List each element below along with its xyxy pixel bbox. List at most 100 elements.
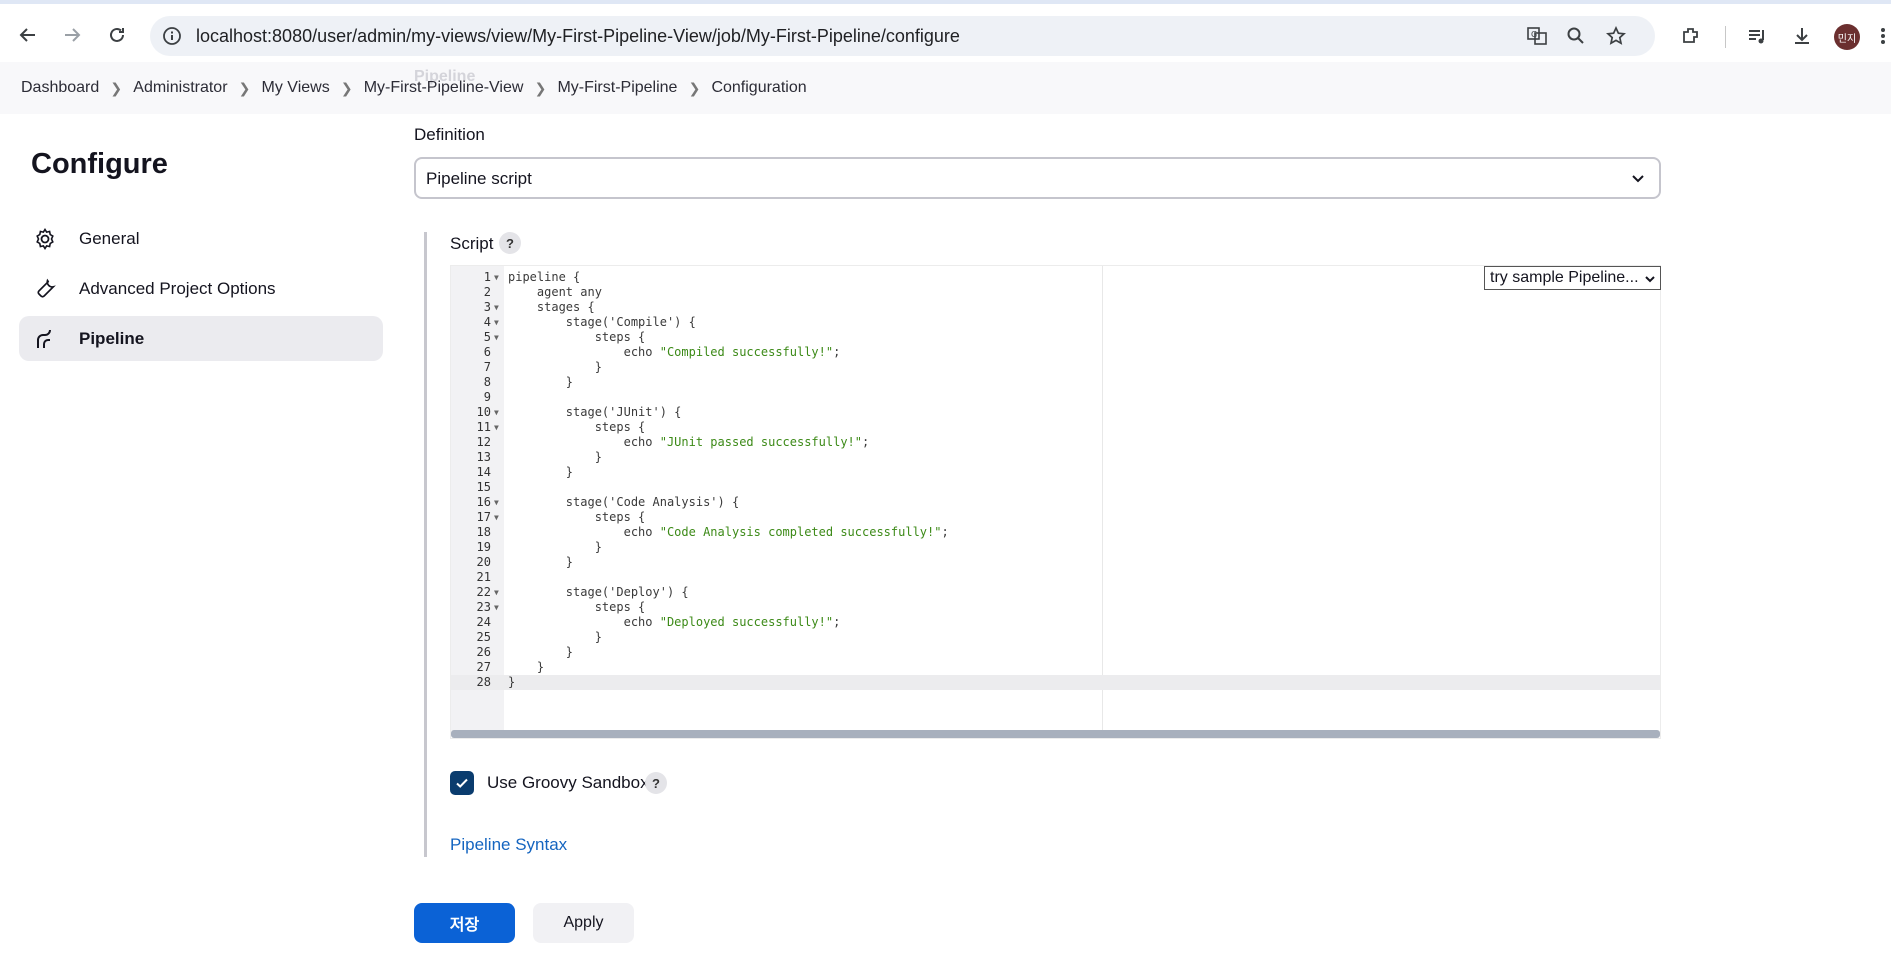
code-line[interactable]: 15 bbox=[451, 480, 1660, 495]
extensions-icon[interactable] bbox=[1679, 24, 1703, 48]
sample-pipeline-select[interactable]: try sample Pipeline... bbox=[1484, 266, 1661, 290]
code-line[interactable]: 27 } bbox=[451, 660, 1660, 675]
line-number: 4 bbox=[483, 315, 491, 329]
sidebar-item-advanced-project-options[interactable]: Advanced Project Options bbox=[19, 266, 383, 311]
code-line[interactable]: 17 ▼ steps { bbox=[451, 510, 1660, 525]
code-line[interactable]: 20 } bbox=[451, 555, 1660, 570]
breadcrumb-view[interactable]: My-First-Pipeline-View bbox=[364, 79, 524, 97]
fold-toggle-icon[interactable]: ▼ bbox=[494, 330, 499, 345]
line-number: 25 bbox=[476, 630, 491, 644]
chevron-right-icon: ❯ bbox=[534, 79, 547, 96]
line-number: 5 bbox=[483, 330, 491, 344]
line-number: 19 bbox=[476, 540, 491, 554]
editor-scrollbar[interactable] bbox=[451, 730, 1660, 738]
string-literal: "Deployed successfully!" bbox=[659, 615, 834, 629]
groovy-sandbox-checkbox[interactable] bbox=[450, 771, 474, 795]
code-line[interactable]: 11 ▼ steps { bbox=[451, 420, 1660, 435]
url-text[interactable]: localhost:8080/user/admin/my-views/view/… bbox=[196, 26, 960, 47]
code-line[interactable]: 19 } bbox=[451, 540, 1660, 555]
line-number: 1 bbox=[483, 270, 491, 284]
code-line[interactable]: 16 ▼ stage('Code Analysis') { bbox=[451, 495, 1660, 510]
zoom-icon[interactable] bbox=[1565, 25, 1587, 47]
line-number: 24 bbox=[476, 615, 491, 629]
code-line[interactable]: 22 ▼ stage('Deploy') { bbox=[451, 585, 1660, 600]
code-line[interactable]: 12 echo "JUnit passed successfully!"; bbox=[451, 435, 1660, 450]
code-line[interactable]: 9 bbox=[451, 390, 1660, 405]
chevron-down-icon bbox=[1629, 169, 1647, 187]
forward-icon[interactable] bbox=[59, 22, 85, 48]
groovy-sandbox-label[interactable]: Use Groovy Sandbox bbox=[487, 773, 649, 793]
script-help-button[interactable]: ? bbox=[499, 232, 521, 254]
fold-toggle-icon[interactable]: ▼ bbox=[494, 600, 499, 615]
breadcrumb-bar: Pipeline Dashboard ❯ Administrator ❯ My … bbox=[0, 62, 1891, 114]
code-line[interactable]: 7 } bbox=[451, 360, 1660, 375]
definition-label: Definition bbox=[414, 125, 485, 144]
fold-toggle-icon[interactable]: ▼ bbox=[494, 420, 499, 435]
breadcrumb-administrator[interactable]: Administrator bbox=[133, 79, 227, 97]
code-line[interactable]: 14 } bbox=[451, 465, 1660, 480]
code-line[interactable]: 2 agent any bbox=[451, 285, 1660, 300]
site-info-icon[interactable] bbox=[162, 26, 182, 46]
breadcrumb-my-views[interactable]: My Views bbox=[262, 79, 330, 97]
line-number: 14 bbox=[476, 465, 491, 479]
fold-toggle-icon[interactable]: ▼ bbox=[494, 300, 499, 315]
browser-menu-icon[interactable] bbox=[1880, 26, 1888, 48]
apply-button[interactable]: Apply bbox=[533, 903, 634, 943]
breadcrumb-configuration[interactable]: Configuration bbox=[711, 79, 806, 97]
sandbox-help-button[interactable]: ? bbox=[645, 772, 667, 794]
fold-toggle-icon[interactable]: ▼ bbox=[494, 270, 499, 285]
fold-toggle-icon[interactable]: ▼ bbox=[494, 405, 499, 420]
script-label: Script bbox=[450, 234, 494, 253]
translate-icon[interactable]: G bbox=[1526, 25, 1548, 47]
back-icon[interactable] bbox=[15, 22, 41, 48]
save-button[interactable]: 저장 bbox=[414, 903, 515, 943]
code-line[interactable]: 21 bbox=[451, 570, 1660, 585]
fold-toggle-icon[interactable]: ▼ bbox=[494, 510, 499, 525]
code-line[interactable]: 8 } bbox=[451, 375, 1660, 390]
breadcrumb-job[interactable]: My-First-Pipeline bbox=[557, 79, 677, 97]
code-line[interactable]: 6 echo "Compiled successfully!"; bbox=[451, 345, 1660, 360]
reload-icon[interactable] bbox=[104, 22, 130, 48]
code-line[interactable]: 23 ▼ steps { bbox=[451, 600, 1660, 615]
toolbar-divider bbox=[1725, 26, 1726, 48]
code-text: stages { bbox=[508, 300, 595, 314]
svg-text:G: G bbox=[1531, 30, 1537, 39]
breadcrumb-dashboard[interactable]: Dashboard bbox=[21, 79, 99, 97]
line-number: 23 bbox=[476, 600, 491, 614]
code-line[interactable]: 4 ▼ stage('Compile') { bbox=[451, 315, 1660, 330]
line-number: 20 bbox=[476, 555, 491, 569]
code-line[interactable]: 5 ▼ steps { bbox=[451, 330, 1660, 345]
code-line[interactable]: 10 ▼ stage('JUnit') { bbox=[451, 405, 1660, 420]
sidebar-item-general[interactable]: General bbox=[19, 216, 383, 261]
bookmark-star-icon[interactable] bbox=[1605, 25, 1627, 47]
code-line[interactable]: 1 ▼ pipeline { bbox=[451, 270, 1660, 285]
code-text: steps { bbox=[508, 420, 646, 434]
code-text: } bbox=[508, 450, 602, 464]
profile-avatar[interactable]: 민지 bbox=[1834, 24, 1860, 50]
code-line[interactable]: 28} bbox=[451, 675, 1660, 690]
media-queue-icon[interactable] bbox=[1745, 24, 1769, 48]
download-icon[interactable] bbox=[1790, 24, 1814, 48]
line-number: 22 bbox=[476, 585, 491, 599]
address-bar[interactable]: localhost:8080/user/admin/my-views/view/… bbox=[150, 16, 1655, 56]
pipeline-syntax-link[interactable]: Pipeline Syntax bbox=[450, 835, 567, 855]
definition-select[interactable]: Pipeline script bbox=[414, 157, 1661, 199]
chevron-right-icon: ❯ bbox=[110, 79, 123, 96]
line-number: 16 bbox=[476, 495, 491, 509]
code-line[interactable]: 26 } bbox=[451, 645, 1660, 660]
section-divider bbox=[424, 232, 427, 857]
definition-value: Pipeline script bbox=[426, 169, 532, 188]
script-editor[interactable]: 1 ▼ pipeline {2 agent any 3 ▼ stages {4 ▼ sta… bbox=[450, 265, 1661, 739]
fold-toggle-icon[interactable]: ▼ bbox=[494, 315, 499, 330]
code-line[interactable]: 13 } bbox=[451, 450, 1660, 465]
code-line[interactable]: 18 echo "Code Analysis completed success… bbox=[451, 525, 1660, 540]
fold-toggle-icon[interactable]: ▼ bbox=[494, 585, 499, 600]
sidebar-item-pipeline[interactable]: Pipeline bbox=[19, 316, 383, 361]
code-line[interactable]: 24 echo "Deployed successfully!"; bbox=[451, 615, 1660, 630]
chevron-down-icon bbox=[1644, 272, 1656, 284]
line-number: 6 bbox=[483, 345, 491, 359]
fold-toggle-icon[interactable]: ▼ bbox=[494, 495, 499, 510]
code-line[interactable]: 3 ▼ stages { bbox=[451, 300, 1660, 315]
line-number: 21 bbox=[476, 570, 491, 584]
code-line[interactable]: 25 } bbox=[451, 630, 1660, 645]
